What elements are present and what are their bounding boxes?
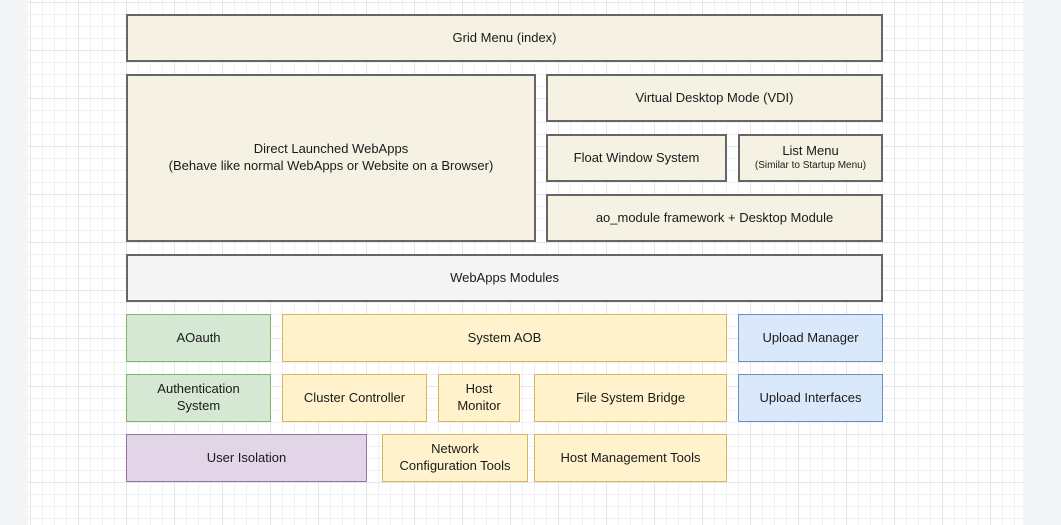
- node-file-system-bridge[interactable]: File System Bridge: [534, 374, 727, 422]
- node-label: Network Configuration Tools: [393, 441, 517, 475]
- node-authentication-system[interactable]: Authentication System: [126, 374, 271, 422]
- node-label: Host Monitor: [449, 381, 509, 415]
- node-virtual-desktop-mode[interactable]: Virtual Desktop Mode (VDI): [546, 74, 883, 122]
- node-grid-menu[interactable]: Grid Menu (index): [126, 14, 883, 62]
- node-cluster-controller[interactable]: Cluster Controller: [282, 374, 427, 422]
- node-label: System AOB: [468, 330, 542, 347]
- node-webapps-modules[interactable]: WebApps Modules: [126, 254, 883, 302]
- node-label: Upload Interfaces: [760, 390, 862, 407]
- node-label: Virtual Desktop Mode (VDI): [636, 90, 794, 107]
- node-label: File System Bridge: [576, 390, 685, 407]
- node-label: Direct Launched WebApps: [254, 141, 408, 158]
- node-label: Authentication System: [137, 381, 260, 415]
- node-label: User Isolation: [207, 450, 286, 467]
- diagram-layer: Grid Menu (index) Direct Launched WebApp…: [0, 0, 1061, 525]
- node-label: AOauth: [176, 330, 220, 347]
- node-host-management-tools[interactable]: Host Management Tools: [534, 434, 727, 482]
- node-label: Grid Menu (index): [452, 30, 556, 47]
- node-label: Cluster Controller: [304, 390, 405, 407]
- node-sublabel: (Similar to Startup Menu): [755, 159, 866, 173]
- node-label: Upload Manager: [762, 330, 858, 347]
- node-network-configuration-tools[interactable]: Network Configuration Tools: [382, 434, 528, 482]
- node-sublabel: (Behave like normal WebApps or Website o…: [169, 158, 494, 175]
- node-user-isolation[interactable]: User Isolation: [126, 434, 367, 482]
- node-ao-module-framework[interactable]: ao_module framework + Desktop Module: [546, 194, 883, 242]
- node-aoauth[interactable]: AOauth: [126, 314, 271, 362]
- node-upload-interfaces[interactable]: Upload Interfaces: [738, 374, 883, 422]
- node-label: WebApps Modules: [450, 270, 559, 287]
- node-float-window-system[interactable]: Float Window System: [546, 134, 727, 182]
- node-direct-launched-webapps[interactable]: Direct Launched WebApps (Behave like nor…: [126, 74, 536, 242]
- node-label: List Menu: [782, 143, 838, 160]
- node-label: Float Window System: [574, 150, 700, 167]
- node-list-menu[interactable]: List Menu (Similar to Startup Menu): [738, 134, 883, 182]
- node-label: ao_module framework + Desktop Module: [596, 210, 833, 227]
- node-system-aob[interactable]: System AOB: [282, 314, 727, 362]
- node-label: Host Management Tools: [561, 450, 701, 467]
- node-host-monitor[interactable]: Host Monitor: [438, 374, 520, 422]
- node-upload-manager[interactable]: Upload Manager: [738, 314, 883, 362]
